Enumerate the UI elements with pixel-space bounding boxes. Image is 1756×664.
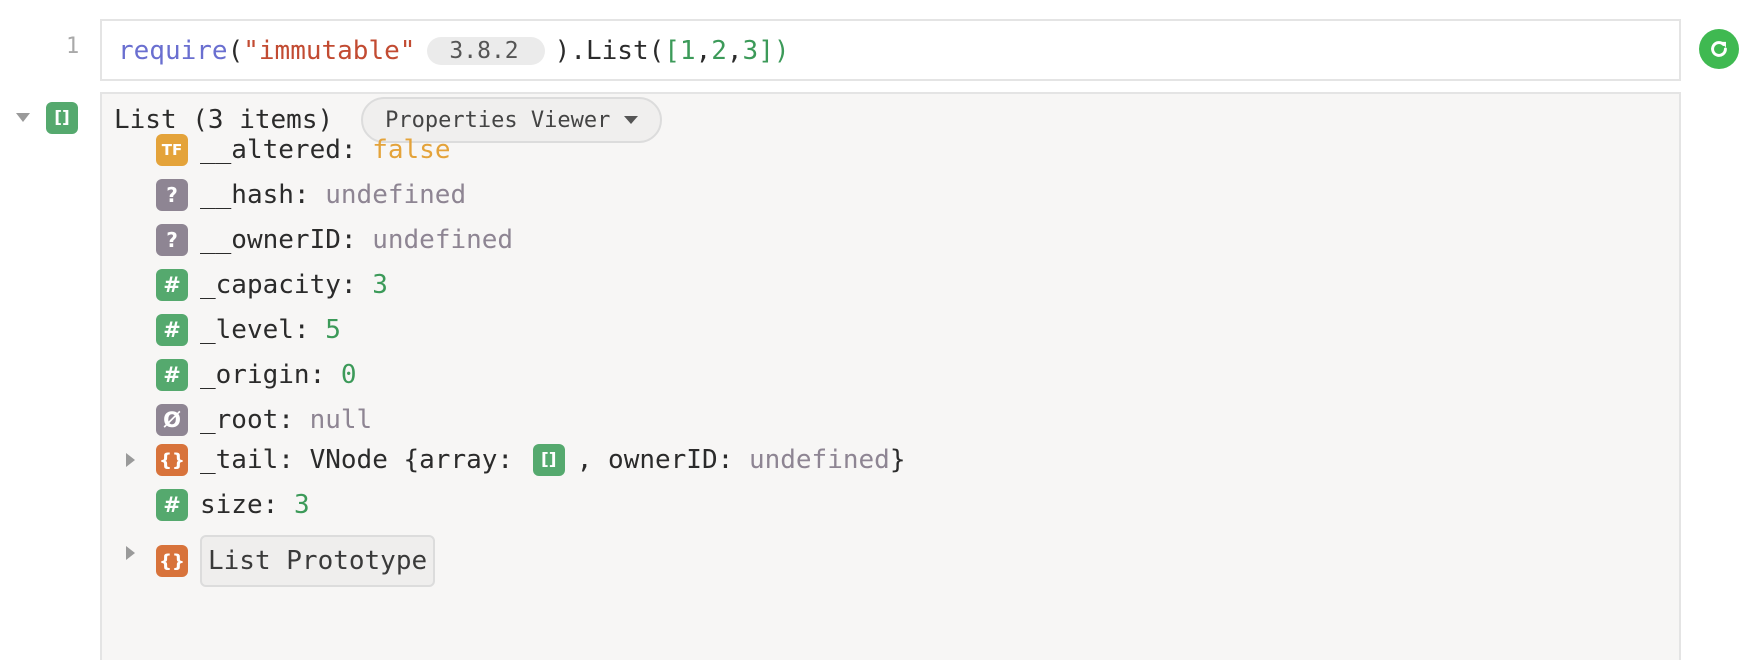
property-key: __altered: xyxy=(200,135,357,165)
null-type-icon: Ø xyxy=(156,404,188,436)
property-row[interactable]: # _origin: 0 xyxy=(156,357,357,393)
code-list-call: ).List( xyxy=(554,36,665,66)
collapse-arrow-icon[interactable] xyxy=(16,113,30,122)
version-badge[interactable]: 3.8.2 xyxy=(427,37,545,65)
number-type-icon: # xyxy=(156,314,188,346)
number-type-icon: # xyxy=(156,359,188,391)
chevron-down-icon xyxy=(624,116,639,124)
property-value: 3 xyxy=(372,270,388,300)
prototype-row[interactable]: {} List Prototype xyxy=(156,535,436,587)
viewer-button-label: Properties Viewer xyxy=(385,107,611,133)
property-value: undefined xyxy=(372,225,514,255)
refresh-icon xyxy=(1711,41,1727,57)
property-row[interactable]: # _capacity: 3 xyxy=(156,267,388,303)
boolean-type-icon: TF xyxy=(156,134,188,166)
property-row[interactable]: # _level: 5 xyxy=(156,312,341,348)
property-key: _tail: xyxy=(200,445,294,475)
property-key: _origin: xyxy=(200,360,326,390)
expand-arrow-icon[interactable] xyxy=(126,453,135,467)
code-open-paren: ( xyxy=(227,36,244,66)
line-number: 1 xyxy=(66,34,80,59)
tail-value-mid: , ownerID: xyxy=(576,445,734,475)
property-value: 5 xyxy=(325,315,341,345)
property-key: _level: xyxy=(200,315,310,345)
run-button[interactable] xyxy=(1699,29,1739,69)
property-key: __hash: xyxy=(200,180,310,210)
property-row[interactable]: # size: 3 xyxy=(156,487,310,523)
number-type-icon: # xyxy=(156,489,188,521)
code-comma-1: , xyxy=(695,36,712,66)
undefined-type-icon: ? xyxy=(156,179,188,211)
property-value: false xyxy=(372,135,451,165)
code-function: require xyxy=(118,36,228,66)
property-value: null xyxy=(309,405,373,435)
code-line[interactable]: require("immutable" 3.8.2).List([1, 2, 3]) xyxy=(118,36,790,66)
property-row-tail[interactable]: {} _tail: VNode {array: [] , ownerID: und… xyxy=(156,442,905,478)
property-row[interactable]: TF __altered: false xyxy=(156,132,450,168)
array-type-icon[interactable]: [] xyxy=(532,444,565,476)
object-type-icon: {} xyxy=(156,444,188,476)
property-row[interactable]: Ø _root: null xyxy=(156,402,372,438)
number-type-icon: # xyxy=(156,269,188,301)
property-key: size: xyxy=(200,490,279,520)
property-value: 3 xyxy=(293,490,310,520)
undefined-type-icon: ? xyxy=(156,224,188,256)
object-type-icon: {} xyxy=(156,545,188,577)
code-comma-2: , xyxy=(726,36,743,66)
property-key: _root: xyxy=(200,405,294,435)
property-key: __ownerID: xyxy=(200,225,357,255)
property-row[interactable]: ? __ownerID: undefined xyxy=(156,222,513,258)
code-editor[interactable]: require("immutable" 3.8.2).List([1, 2, 3]) xyxy=(100,19,1681,81)
tail-value-prefix: VNode {array: xyxy=(309,445,514,475)
code-close-bracket: ] xyxy=(758,36,774,66)
code-number-1: 1 xyxy=(679,36,696,66)
code-module-string: "immutable" xyxy=(243,36,416,66)
notebook: 1 require("immutable" 3.8.2).List([1, 2, 3]… xyxy=(0,0,1756,664)
list-type-icon: [] xyxy=(46,102,78,134)
property-value: undefined xyxy=(325,180,467,210)
code-number-3: 3 xyxy=(742,36,759,66)
property-row[interactable]: ? __hash: undefined xyxy=(156,177,466,213)
output-title: List (3 items) xyxy=(114,105,334,135)
expand-arrow-icon[interactable] xyxy=(126,546,135,560)
tail-owner-value: undefined xyxy=(748,445,890,475)
output-panel: List (3 items) Properties Viewer TF __al… xyxy=(100,92,1681,660)
code-open-bracket: [ xyxy=(664,36,680,66)
tail-value-suffix: } xyxy=(889,445,906,475)
property-value: 0 xyxy=(340,360,357,390)
code-number-2: 2 xyxy=(711,36,727,66)
code-close-paren: ) xyxy=(773,36,790,66)
property-key: _capacity: xyxy=(200,270,357,300)
list-prototype-button[interactable]: List Prototype xyxy=(200,535,436,587)
